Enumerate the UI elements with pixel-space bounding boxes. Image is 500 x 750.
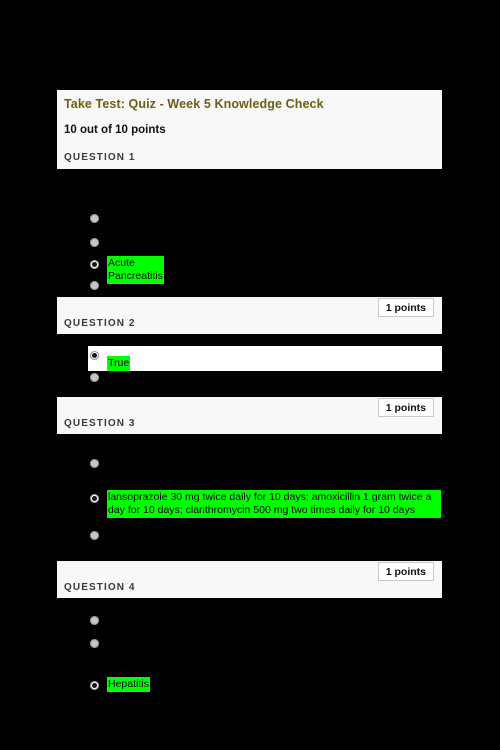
test-review-page: Take Test: Quiz - Week 5 Knowledge Check…	[0, 0, 500, 750]
option-row-highlight-strip	[88, 346, 442, 371]
option-label: Hepatitis	[107, 677, 150, 692]
question-header-2: 1 points QUESTION 2	[57, 297, 442, 334]
option-label: True	[107, 356, 131, 371]
radio-button[interactable]	[90, 238, 99, 247]
question-header-4: 1 points QUESTION 4	[57, 561, 442, 598]
radio-button-selected[interactable]	[90, 351, 99, 360]
radio-button-selected[interactable]	[90, 260, 99, 269]
radio-button[interactable]	[90, 616, 99, 625]
points-badge-4: 1 points	[377, 562, 434, 581]
total-points-text: 10 out of 10 points	[64, 124, 166, 136]
answers-question-1: Acute Pancreatitis	[57, 169, 442, 293]
radio-button[interactable]	[90, 531, 99, 540]
radio-button[interactable]	[90, 214, 99, 223]
option-label: Acute Pancreatitis	[107, 256, 164, 284]
radio-button[interactable]	[90, 639, 99, 648]
question-label-4: QUESTION 4	[64, 582, 136, 593]
points-badge-2: 1 points	[377, 298, 434, 317]
option-label: lansoprazole 30 mg twice daily for 10 da…	[107, 490, 441, 518]
radio-button[interactable]	[90, 459, 99, 468]
question-label-2: QUESTION 2	[64, 318, 136, 329]
radio-button-selected[interactable]	[90, 681, 99, 690]
radio-button[interactable]	[90, 373, 99, 382]
question-label-3: QUESTION 3	[64, 418, 136, 429]
radio-button[interactable]	[90, 281, 99, 290]
points-badge-3: 1 points	[377, 398, 434, 417]
answers-question-2: True	[57, 334, 442, 384]
radio-button-selected[interactable]	[90, 494, 99, 503]
question-header-3: 1 points QUESTION 3	[57, 397, 442, 434]
page-title: Take Test: Quiz - Week 5 Knowledge Check	[64, 97, 324, 111]
answers-question-4: Hepatitis	[57, 598, 442, 708]
question-label-1: QUESTION 1	[64, 152, 136, 163]
test-header-panel: Take Test: Quiz - Week 5 Knowledge Check…	[57, 90, 442, 169]
answers-question-3: lansoprazole 30 mg twice daily for 10 da…	[57, 434, 442, 550]
